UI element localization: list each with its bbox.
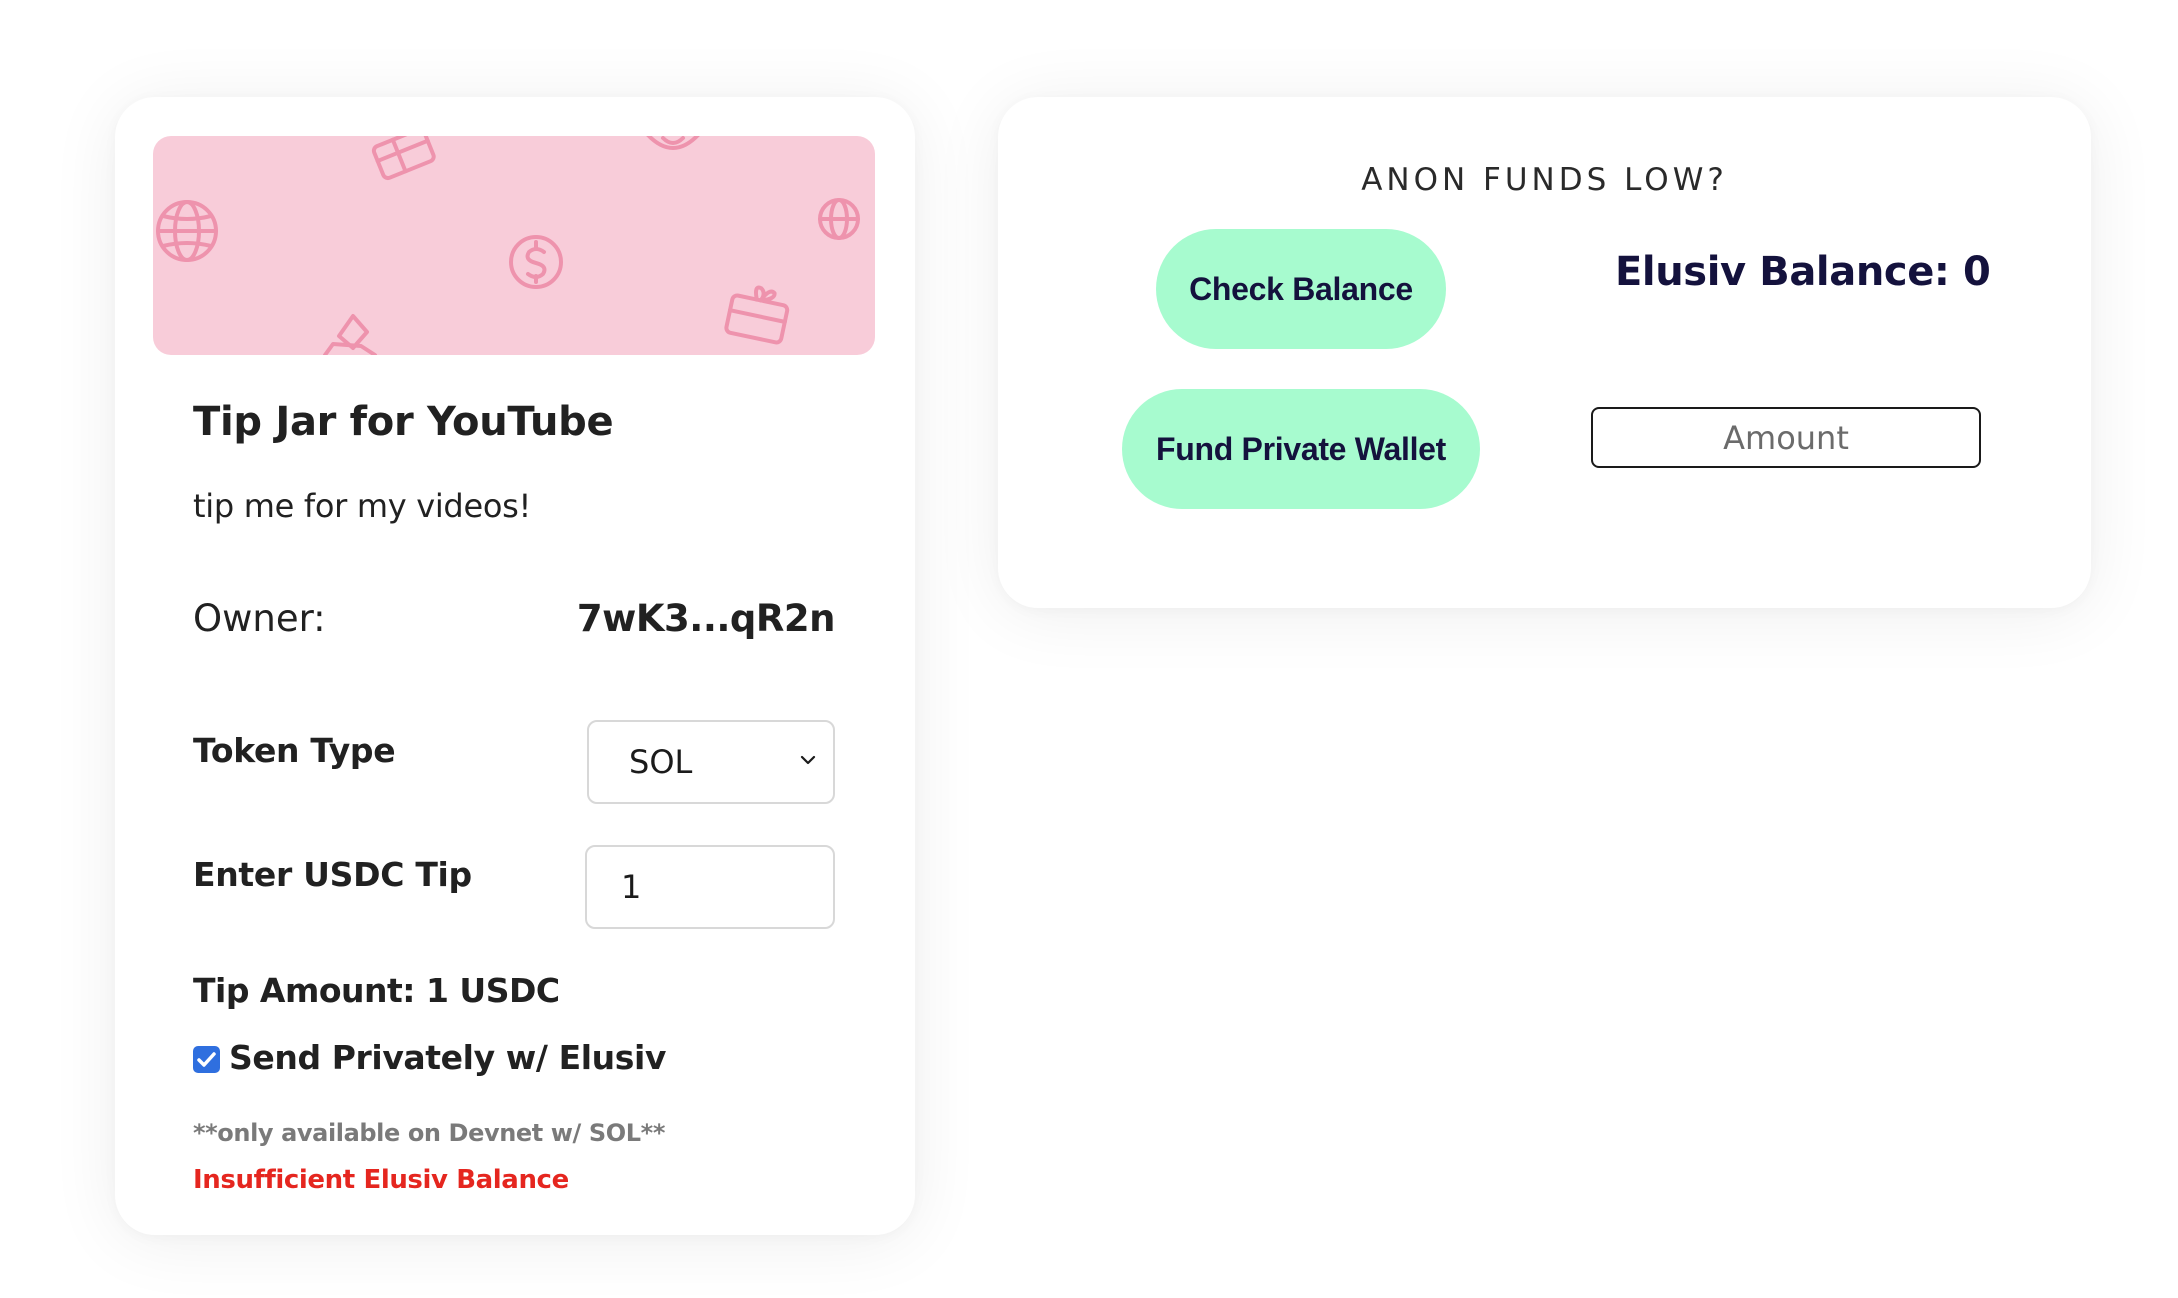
tip-amount-input-value: 1 <box>621 868 642 906</box>
fund-private-wallet-button[interactable]: Fund Private Wallet <box>1122 389 1480 509</box>
dollar-coin-icon <box>646 136 700 150</box>
tip-jar-title: Tip Jar for YouTube <box>193 399 614 445</box>
insufficient-balance-error: Insufficient Elusiv Balance <box>193 1165 569 1195</box>
globe-icon <box>818 198 860 240</box>
token-type-select[interactable]: SOL <box>587 720 835 804</box>
owner-address: 7wK3...qR2n <box>576 597 836 640</box>
gift-card-icon <box>724 285 790 345</box>
amount-input[interactable]: Amount <box>1591 407 1981 468</box>
tip-jar-description: tip me for my videos! <box>193 487 532 525</box>
globe-icon <box>156 200 218 262</box>
gift-card-icon <box>371 136 436 181</box>
diamond-hand-icon <box>323 314 377 355</box>
fund-wallet-card: ANON FUNDS LOW? Check Balance Elusiv Bal… <box>998 97 2091 608</box>
token-type-label: Token Type <box>193 731 396 770</box>
send-privately-checkbox[interactable] <box>193 1046 220 1073</box>
chevron-down-icon <box>800 755 816 765</box>
check-balance-button[interactable]: Check Balance <box>1156 229 1446 349</box>
checkmark-icon <box>197 1052 216 1067</box>
tip-jar-banner <box>153 136 875 355</box>
amount-input-placeholder: Amount <box>1723 418 1849 457</box>
send-privately-label[interactable]: Send Privately w/ Elusiv <box>229 1038 666 1077</box>
tip-input-label: Enter USDC Tip <box>193 855 472 894</box>
anon-funds-title: ANON FUNDS LOW? <box>1361 162 1728 198</box>
devnet-note: **only available on Devnet w/ SOL** <box>193 1119 665 1147</box>
token-type-selected-value: SOL <box>629 743 693 781</box>
tip-jar-card: Tip Jar for YouTube tip me for my videos… <box>115 97 915 1235</box>
tip-amount-summary: Tip Amount: 1 USDC <box>193 971 560 1010</box>
owner-label: Owner: <box>193 597 326 640</box>
elusiv-balance: Elusiv Balance: 0 <box>1615 249 1991 295</box>
dollar-coin-icon <box>509 235 563 289</box>
tip-amount-input[interactable]: 1 <box>585 845 835 929</box>
